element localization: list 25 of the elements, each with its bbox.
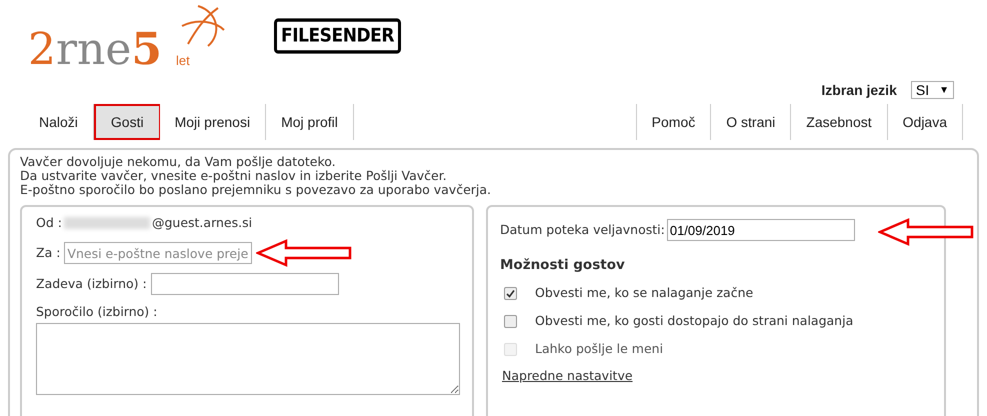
from-label: Od : [36,214,62,232]
expiry-label: Datum poteka veljavnosti: [500,220,665,239]
intro-text: E-poštno sporočilo bo poslano prejemniku s povezavo za uporabo vavčerja. [20,183,492,197]
nav-tab[interactable]: Gosti [94,104,160,140]
message-field[interactable] [36,322,460,395]
checkbox[interactable] [504,314,517,328]
logo: 2rne5 let [28,2,234,72]
options-title: Možnosti gostov [500,256,626,275]
option-label: Obvesti me, ko se nalaganje začne [535,284,754,302]
advanced-settings-link[interactable]: Napredne nastavitve [500,366,633,386]
intro-text: Vavčer dovoljuje nekomu, da Vam pošlje datoteko. [20,155,337,169]
option-label: Obvesti me, ko gosti dostopajo do strani nalaganja [535,312,854,330]
to-label: Za : [36,244,60,262]
expiry-date-field[interactable]: 01/09/2019 [666,219,855,241]
checkbox[interactable] [504,287,517,300]
intro-text: Da ustvarite vavčer, vnesite e-poštni naslov in izberite Pošlji Vavčer. [20,169,448,183]
message-label: Sporočilo (izbirno) : [36,303,158,321]
language-label: Izbran jezik [821,80,897,100]
language-select[interactable]: SI ▼ [910,81,954,99]
option-label: Lahko pošlje le meni [535,340,664,358]
subject-field[interactable] [150,273,339,295]
to-field[interactable]: Vnesi e-poštne naslove preje [64,242,252,264]
filesender-logo: FILESENDER [274,18,402,54]
subject-label: Zadeva (izbirno) : [36,274,147,293]
from-domain: @guest.arnes.si [152,214,252,232]
